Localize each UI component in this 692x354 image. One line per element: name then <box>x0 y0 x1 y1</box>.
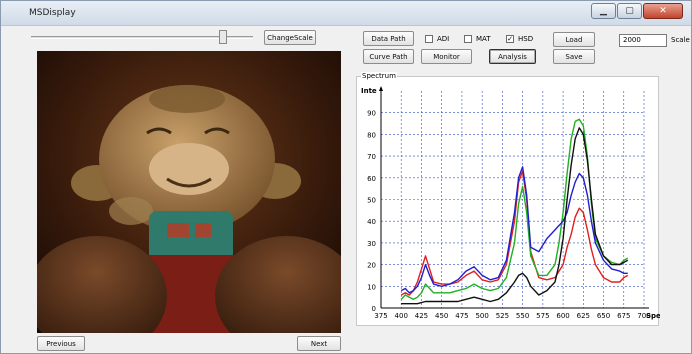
maximize-icon: ▢ <box>625 6 634 16</box>
checkbox-hsd[interactable]: ✓ HSD <box>506 33 533 44</box>
y-tick-label: 20 <box>367 262 376 270</box>
x-axis-label: Spec <box>646 312 660 320</box>
window-controls: ▁ ▢ ✕ <box>590 3 683 19</box>
x-tick-label: 500 <box>475 312 488 320</box>
x-tick-label: 675 <box>617 312 630 320</box>
monitor-button[interactable]: Monitor <box>421 49 472 64</box>
x-tick-label: 425 <box>415 312 428 320</box>
y-tick-label: 30 <box>367 240 376 248</box>
next-button[interactable]: Next <box>297 336 341 351</box>
spectrum-group: Spectrum 375 400 425 450 475 500 525 550 575 600 6… <box>356 72 660 326</box>
y-tick-label: 50 <box>367 197 376 205</box>
checkbox-adi[interactable]: ADI <box>425 33 449 44</box>
checkbox-box[interactable] <box>464 34 472 43</box>
analysis-button[interactable]: Analysis <box>489 49 536 64</box>
load-button[interactable]: Load <box>553 32 595 47</box>
scale-slider-thumb[interactable] <box>219 30 227 44</box>
y-tick-label: 90 <box>367 110 376 118</box>
spectrum-chart: 375 400 425 450 475 500 525 550 575 600 625 650 675 7… <box>361 86 660 320</box>
checkbox-label: ADI <box>437 34 450 43</box>
y-tick-label: 40 <box>367 218 376 226</box>
close-icon: ✕ <box>659 6 667 16</box>
x-tick-label: 550 <box>516 312 529 320</box>
scale-input[interactable]: 2000 <box>619 34 667 47</box>
curve-path-button[interactable]: Curve Path <box>363 49 414 64</box>
y-axis-label: Inte <box>361 87 377 95</box>
y-tick-label: 70 <box>367 153 376 161</box>
x-tick-label: 400 <box>395 312 408 320</box>
y-tick-label: 60 <box>367 175 376 183</box>
checkbox-label: HSD <box>518 34 534 43</box>
x-tick-label: 375 <box>374 312 387 320</box>
x-tick-label: 525 <box>496 312 509 320</box>
x-tick-label: 600 <box>556 312 569 320</box>
y-tick-label: 10 <box>367 283 376 291</box>
image-display <box>37 51 341 333</box>
x-tick-label: 450 <box>435 312 448 320</box>
scale-label: Scale <box>671 36 690 44</box>
x-tick-label: 650 <box>597 312 610 320</box>
save-button[interactable]: Save <box>553 49 595 64</box>
x-tick-label: 625 <box>577 312 590 320</box>
checkbox-box[interactable] <box>425 34 433 43</box>
x-tick-label: 475 <box>455 312 468 320</box>
maximize-button[interactable]: ▢ <box>617 3 642 19</box>
data-path-button[interactable]: Data Path <box>363 31 414 46</box>
close-button[interactable]: ✕ <box>643 3 683 19</box>
minimize-button[interactable]: ▁ <box>591 3 616 19</box>
checkbox-label: MAT <box>476 34 491 43</box>
window-title: MSDisplay <box>29 8 76 18</box>
x-tick-label: 575 <box>536 312 549 320</box>
y-axis-arrow <box>379 86 383 91</box>
change-scale-button[interactable]: ChangeScale <box>264 30 316 45</box>
plush-monkey-photo <box>37 51 341 333</box>
minimize-icon: ▁ <box>600 6 607 16</box>
y-tick-label: 80 <box>367 131 376 139</box>
checkbox-box[interactable]: ✓ <box>506 34 514 43</box>
title-bar: MSDisplay ▁ ▢ ✕ <box>1 1 691 26</box>
y-tick-label: 0 <box>372 305 376 313</box>
msdisplay-window: MSDisplay ▁ ▢ ✕ ChangeScale Data Path Cu… <box>0 0 692 354</box>
previous-button[interactable]: Previous <box>37 336 85 351</box>
checkbox-mat[interactable]: MAT <box>464 33 491 44</box>
